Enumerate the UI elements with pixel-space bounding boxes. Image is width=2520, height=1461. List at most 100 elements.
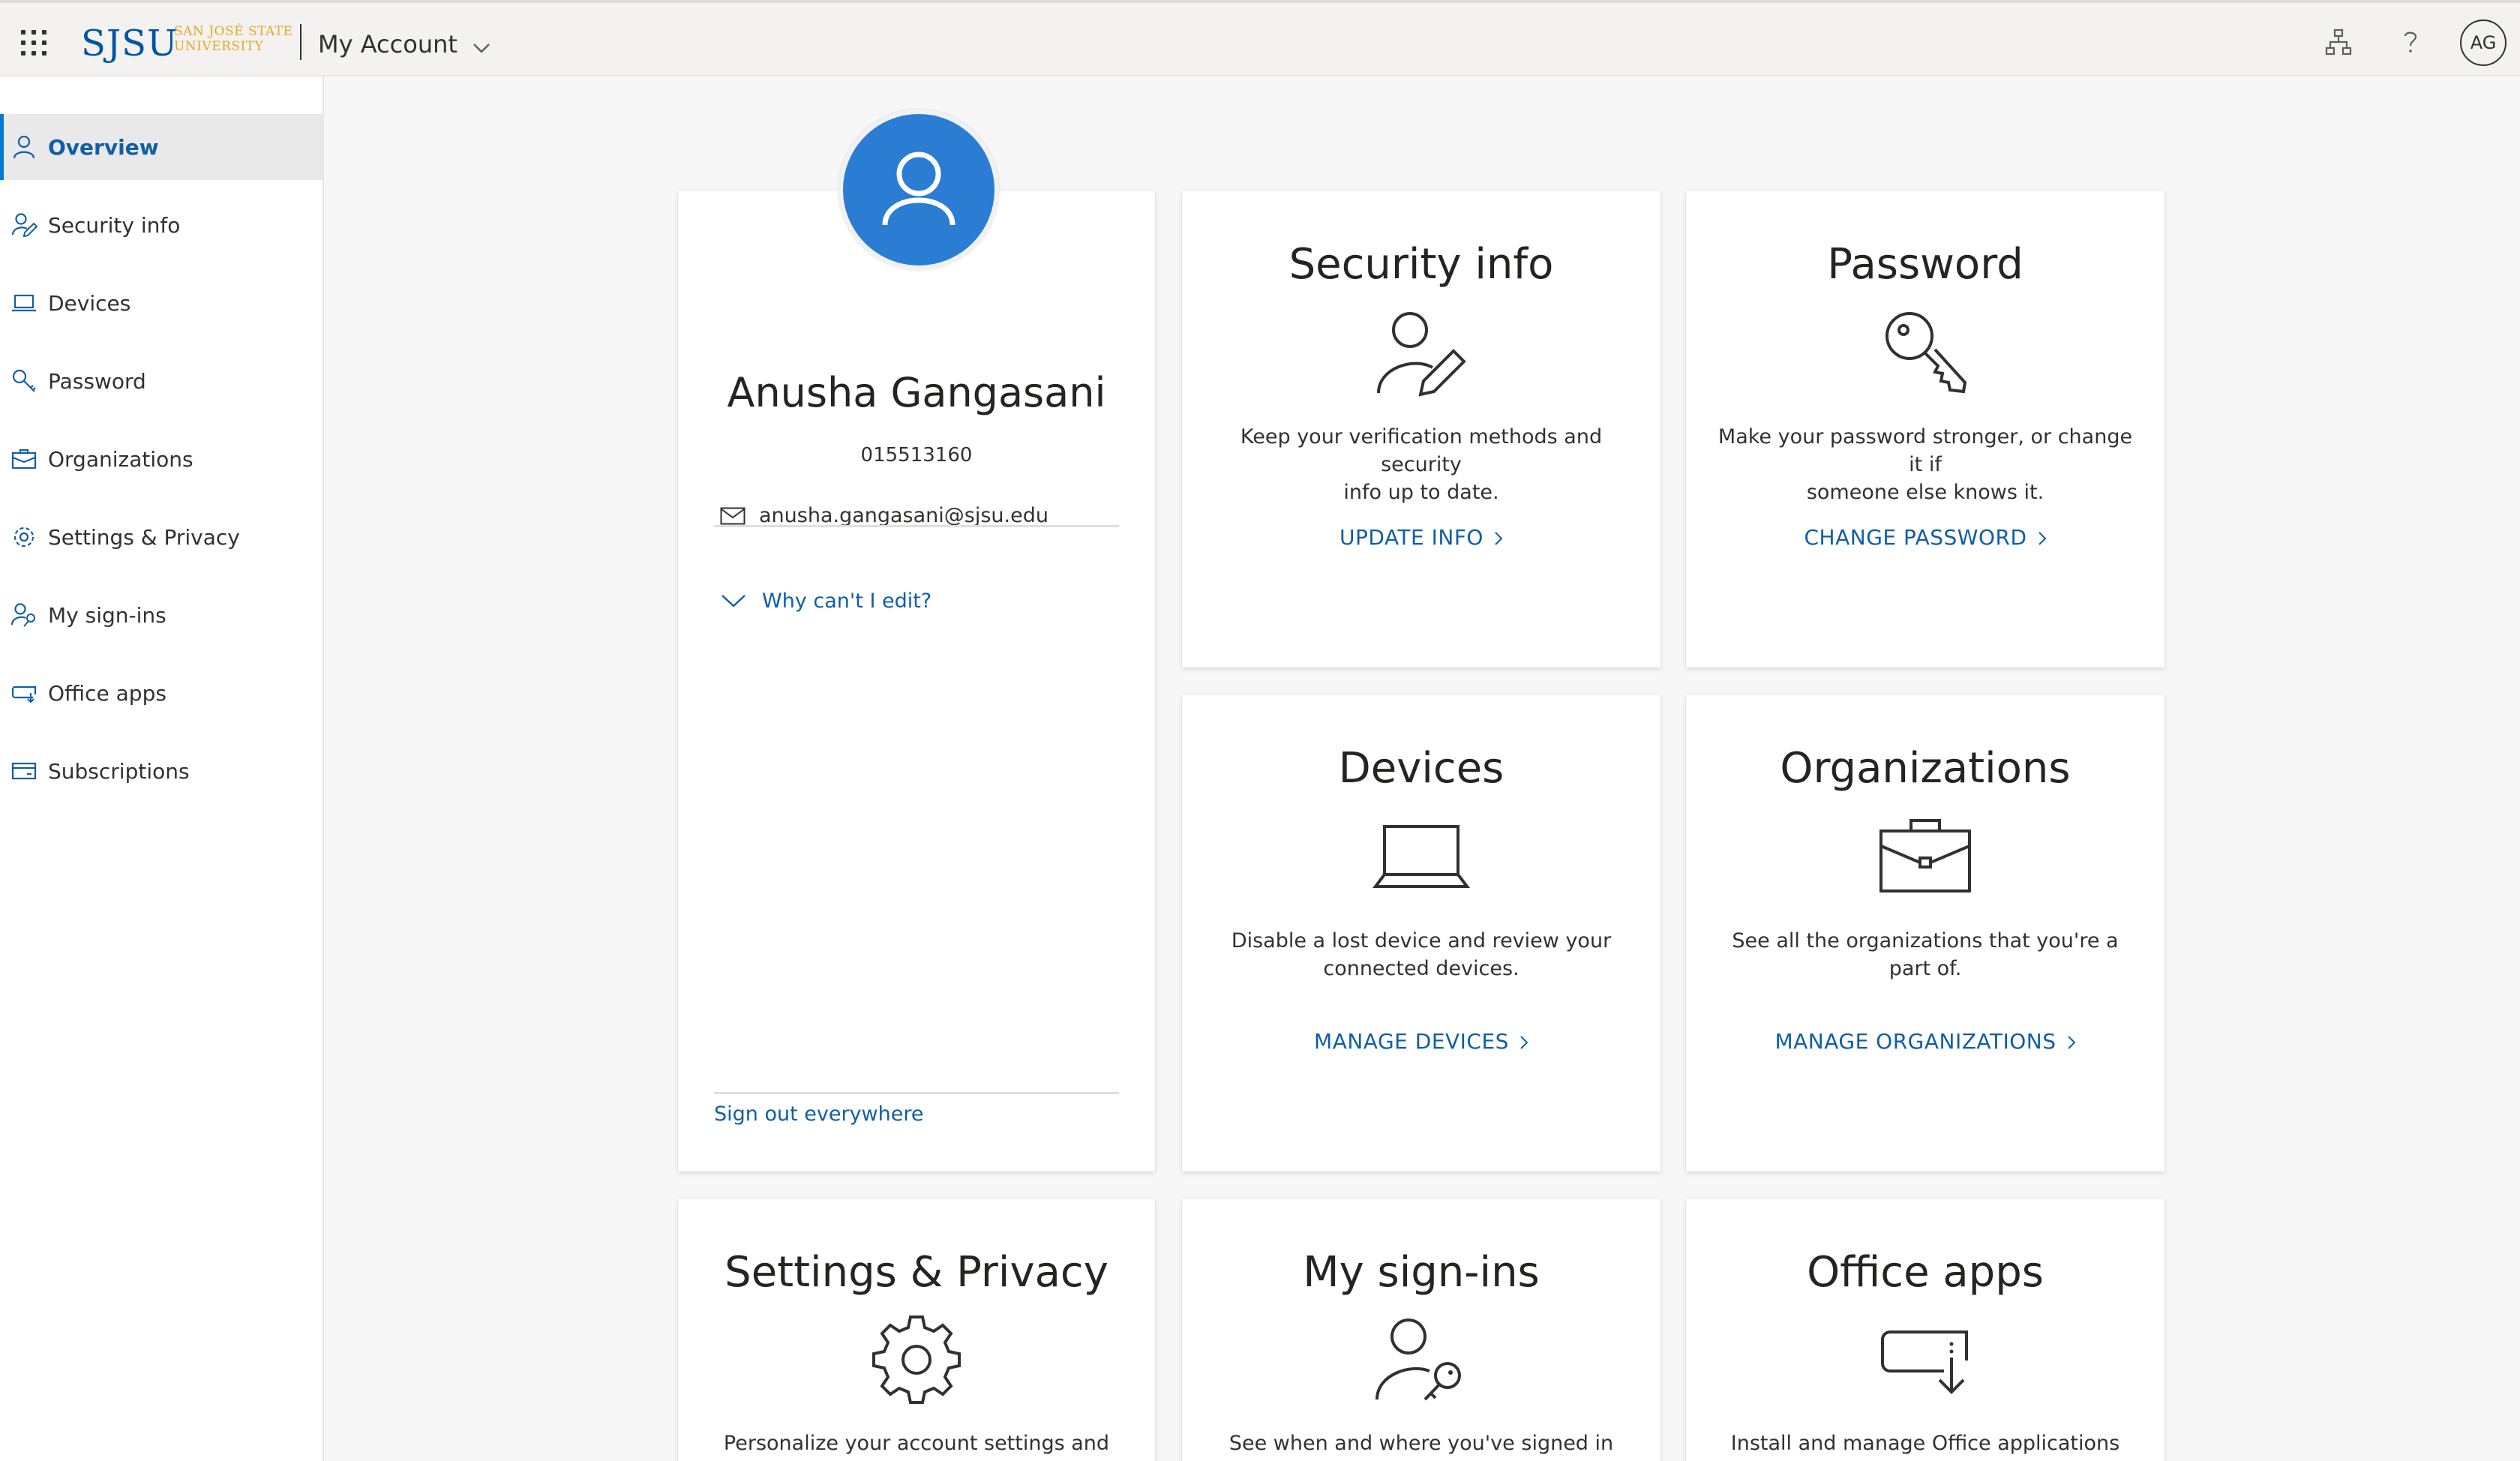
manage-organizations-link[interactable]: MANAGE ORGANIZATIONS bbox=[1686, 1029, 2164, 1055]
profile-divider-bottom bbox=[714, 1092, 1119, 1094]
card-icon bbox=[10, 758, 38, 784]
manage-devices-link[interactable]: MANAGE DEVICES bbox=[1182, 1029, 1660, 1055]
desc-line: Install and manage Office applications bbox=[1730, 1432, 2120, 1455]
person-edit-icon bbox=[10, 212, 38, 238]
card-description: See when and where you've signed in and bbox=[1212, 1430, 1630, 1461]
desc-line: See when and where you've signed in and bbox=[1228, 1432, 1614, 1461]
sidebar-item-label: Overview bbox=[48, 135, 159, 160]
my-account-menu[interactable]: My Account bbox=[318, 30, 490, 60]
link-label: CHANGE PASSWORD bbox=[1804, 525, 2027, 550]
sidebar-item-label: Settings & Privacy bbox=[48, 525, 240, 550]
desc-line: Personalize your account settings and se… bbox=[723, 1432, 1110, 1461]
sidebar-item-devices[interactable]: Devices bbox=[0, 270, 322, 336]
laptop-icon bbox=[1372, 819, 1470, 897]
laptop-icon bbox=[10, 290, 38, 316]
card-title: Security info bbox=[1288, 240, 1554, 289]
sidebar-item-label: Office apps bbox=[48, 681, 166, 706]
desc-line: Keep your verification methods and secur… bbox=[1240, 425, 1603, 476]
logo-wordmark: SJSU bbox=[81, 22, 178, 64]
logo-sub-line1: SAN JOSÉ STATE bbox=[174, 24, 293, 39]
person-key-icon bbox=[10, 602, 38, 628]
gear-icon bbox=[869, 1312, 964, 1410]
header-divider bbox=[300, 24, 302, 60]
why-cant-i-edit-label: Why can't I edit? bbox=[762, 590, 932, 613]
desc-line: info up to date. bbox=[1343, 481, 1499, 504]
person-edit-icon bbox=[1372, 303, 1470, 404]
sidebar-item-settings-privacy[interactable]: Settings & Privacy bbox=[0, 504, 322, 570]
chevron-right-icon bbox=[2067, 1030, 2076, 1055]
desc-line: connected devices. bbox=[1323, 957, 1520, 980]
sidebar-item-security-info[interactable]: Security info bbox=[0, 192, 322, 258]
settings-privacy-card: Settings & Privacy Personalize your acco… bbox=[678, 1198, 1155, 1461]
key-icon bbox=[1876, 303, 1974, 404]
sidebar-item-office-apps[interactable]: Office apps bbox=[0, 660, 322, 726]
sidebar-item-overview[interactable]: Overview bbox=[0, 114, 322, 180]
person-key-icon bbox=[1372, 1311, 1470, 1412]
sidebar-item-password[interactable]: Password bbox=[0, 348, 322, 414]
organizations-card: Organizations See all the organizations … bbox=[1686, 694, 2164, 1172]
security-info-card: Security info Keep your verification met… bbox=[1182, 190, 1660, 668]
briefcase-icon bbox=[1876, 814, 1974, 900]
desc-line: Make your password stronger, or change i… bbox=[1718, 425, 2133, 476]
office-apps-icon bbox=[10, 680, 38, 706]
card-description: Make your password stronger, or change i… bbox=[1716, 423, 2134, 506]
person-icon bbox=[882, 152, 956, 226]
card-title: Password bbox=[1827, 240, 2024, 289]
sidebar-item-label: My sign-ins bbox=[48, 603, 166, 628]
briefcase-icon bbox=[10, 446, 38, 472]
card-description: Keep your verification methods and secur… bbox=[1212, 423, 1630, 506]
profile-divider bbox=[714, 525, 1119, 527]
password-card: Password Make your password stronger, or… bbox=[1686, 190, 2164, 668]
sidebar-item-subscriptions[interactable]: Subscriptions bbox=[0, 738, 322, 804]
app-launcher-icon[interactable] bbox=[20, 28, 50, 58]
gear-icon bbox=[10, 524, 38, 550]
update-info-link[interactable]: UPDATE INFO bbox=[1182, 525, 1660, 551]
sidebar-item-label: Security info bbox=[48, 213, 181, 238]
sidebar-item-label: Password bbox=[48, 369, 146, 394]
card-title: Office apps bbox=[1807, 1248, 2044, 1297]
org-chart-icon[interactable] bbox=[2322, 26, 2355, 58]
card-description: Personalize your account settings and se… bbox=[708, 1430, 1125, 1461]
profile-avatar bbox=[838, 110, 999, 270]
card-title: Organizations bbox=[1780, 744, 2071, 793]
card-title: Devices bbox=[1338, 744, 1504, 793]
sidebar-item-label: Devices bbox=[48, 291, 131, 316]
sidebar-item-label: Subscriptions bbox=[48, 759, 190, 784]
top-header: SJSU SAN JOSÉ STATE UNIVERSITY My Accoun… bbox=[0, 0, 2520, 76]
desc-line: Disable a lost device and review your bbox=[1231, 929, 1612, 952]
sign-out-everywhere-link[interactable]: Sign out everywhere bbox=[714, 1102, 923, 1126]
link-label: UPDATE INFO bbox=[1340, 525, 1484, 550]
office-apps-icon bbox=[1876, 1324, 1974, 1410]
user-avatar-button[interactable]: AG bbox=[2460, 20, 2506, 66]
chevron-down-icon bbox=[472, 32, 490, 60]
profile-id: 015513160 bbox=[860, 444, 973, 466]
key-icon bbox=[10, 368, 38, 394]
chevron-right-icon bbox=[1494, 526, 1503, 551]
card-description: See all the organizations that you're a … bbox=[1716, 927, 2134, 982]
sidebar-item-label: Organizations bbox=[48, 447, 194, 472]
sidebar-item-organizations[interactable]: Organizations bbox=[0, 426, 322, 492]
app-title: My Account bbox=[318, 30, 458, 58]
my-sign-ins-card: My sign-ins See when and where you've si… bbox=[1182, 1198, 1660, 1461]
card-title: My sign-ins bbox=[1303, 1248, 1540, 1297]
card-description: Disable a lost device and review your co… bbox=[1212, 927, 1630, 982]
change-password-link[interactable]: CHANGE PASSWORD bbox=[1686, 525, 2164, 551]
logo-sub-line2: UNIVERSITY bbox=[174, 39, 264, 54]
logo-subtext: SAN JOSÉ STATE UNIVERSITY bbox=[174, 24, 294, 54]
profile-email: anusha.gangasani@sjsu.edu bbox=[759, 504, 1048, 527]
link-label: MANAGE ORGANIZATIONS bbox=[1774, 1029, 2056, 1054]
desc-line: See all the organizations that you're a … bbox=[1732, 929, 2119, 980]
profile-card: Anusha Gangasani 015513160 anusha.gangas… bbox=[678, 190, 1155, 1172]
desc-line: someone else knows it. bbox=[1806, 481, 2044, 504]
devices-card: Devices Disable a lost device and review… bbox=[1182, 694, 1660, 1172]
chevron-right-icon bbox=[2038, 526, 2047, 551]
card-title: Settings & Privacy bbox=[724, 1248, 1108, 1297]
card-description: Install and manage Office applications bbox=[1716, 1430, 2134, 1457]
profile-name: Anusha Gangasani bbox=[727, 369, 1106, 416]
sidebar-item-my-sign-ins[interactable]: My sign-ins bbox=[0, 582, 322, 648]
link-label: MANAGE DEVICES bbox=[1314, 1029, 1509, 1054]
help-icon[interactable] bbox=[2394, 26, 2427, 58]
office-apps-card: Office apps Install and manage Office ap… bbox=[1686, 1198, 2164, 1461]
chevron-down-icon bbox=[720, 592, 747, 612]
person-icon bbox=[10, 134, 38, 160]
